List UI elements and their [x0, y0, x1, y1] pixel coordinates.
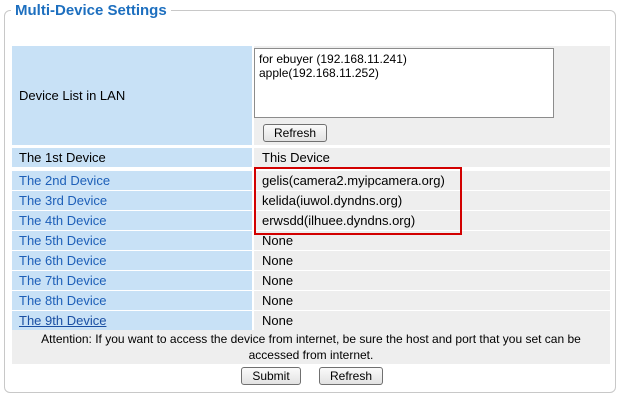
device-2-value: gelis(camera2.myipcamera.org) — [254, 171, 610, 190]
device-3-value: kelida(iuwol.dyndns.org) — [254, 191, 610, 210]
device-9-value: None — [254, 311, 610, 330]
attention-note: Attention: If you want to access the dev… — [12, 330, 610, 364]
device-6-value: None — [254, 251, 610, 270]
submit-button[interactable]: Submit — [241, 367, 301, 385]
device-9-link[interactable]: The 9th Device — [12, 311, 252, 330]
device-5-value: None — [254, 231, 610, 250]
device-1-label: The 1st Device — [12, 148, 252, 167]
device-list-refresh-button[interactable]: Refresh — [263, 124, 327, 142]
attention-line-1: Attention: If you want to access the dev… — [41, 332, 581, 346]
device-3-link[interactable]: The 3rd Device — [12, 191, 252, 210]
device-8-value: None — [254, 291, 610, 310]
device-4-link[interactable]: The 4th Device — [12, 211, 252, 230]
device-1-value: This Device — [254, 148, 610, 167]
device-list-label: Device List in LAN — [12, 46, 252, 145]
device-4-value: erwsdd(ilhuee.dyndns.org) — [254, 211, 610, 230]
device-list-item[interactable]: for ebuyer (192.168.11.241) — [259, 52, 553, 66]
panel-title: Multi-Device Settings — [11, 2, 171, 20]
device-list-box[interactable]: for ebuyer (192.168.11.241) apple(192.16… — [254, 48, 554, 118]
device-5-link[interactable]: The 5th Device — [12, 231, 252, 250]
device-list-item[interactable]: apple(192.168.11.252) — [259, 66, 553, 80]
device-7-link[interactable]: The 7th Device — [12, 271, 252, 290]
device-2-link[interactable]: The 2nd Device — [12, 171, 252, 190]
device-7-value: None — [254, 271, 610, 290]
attention-line-2: accessed from internet. — [248, 348, 374, 362]
device-6-link[interactable]: The 6th Device — [12, 251, 252, 270]
refresh-button[interactable]: Refresh — [319, 367, 383, 385]
device-8-link[interactable]: The 8th Device — [12, 291, 252, 310]
